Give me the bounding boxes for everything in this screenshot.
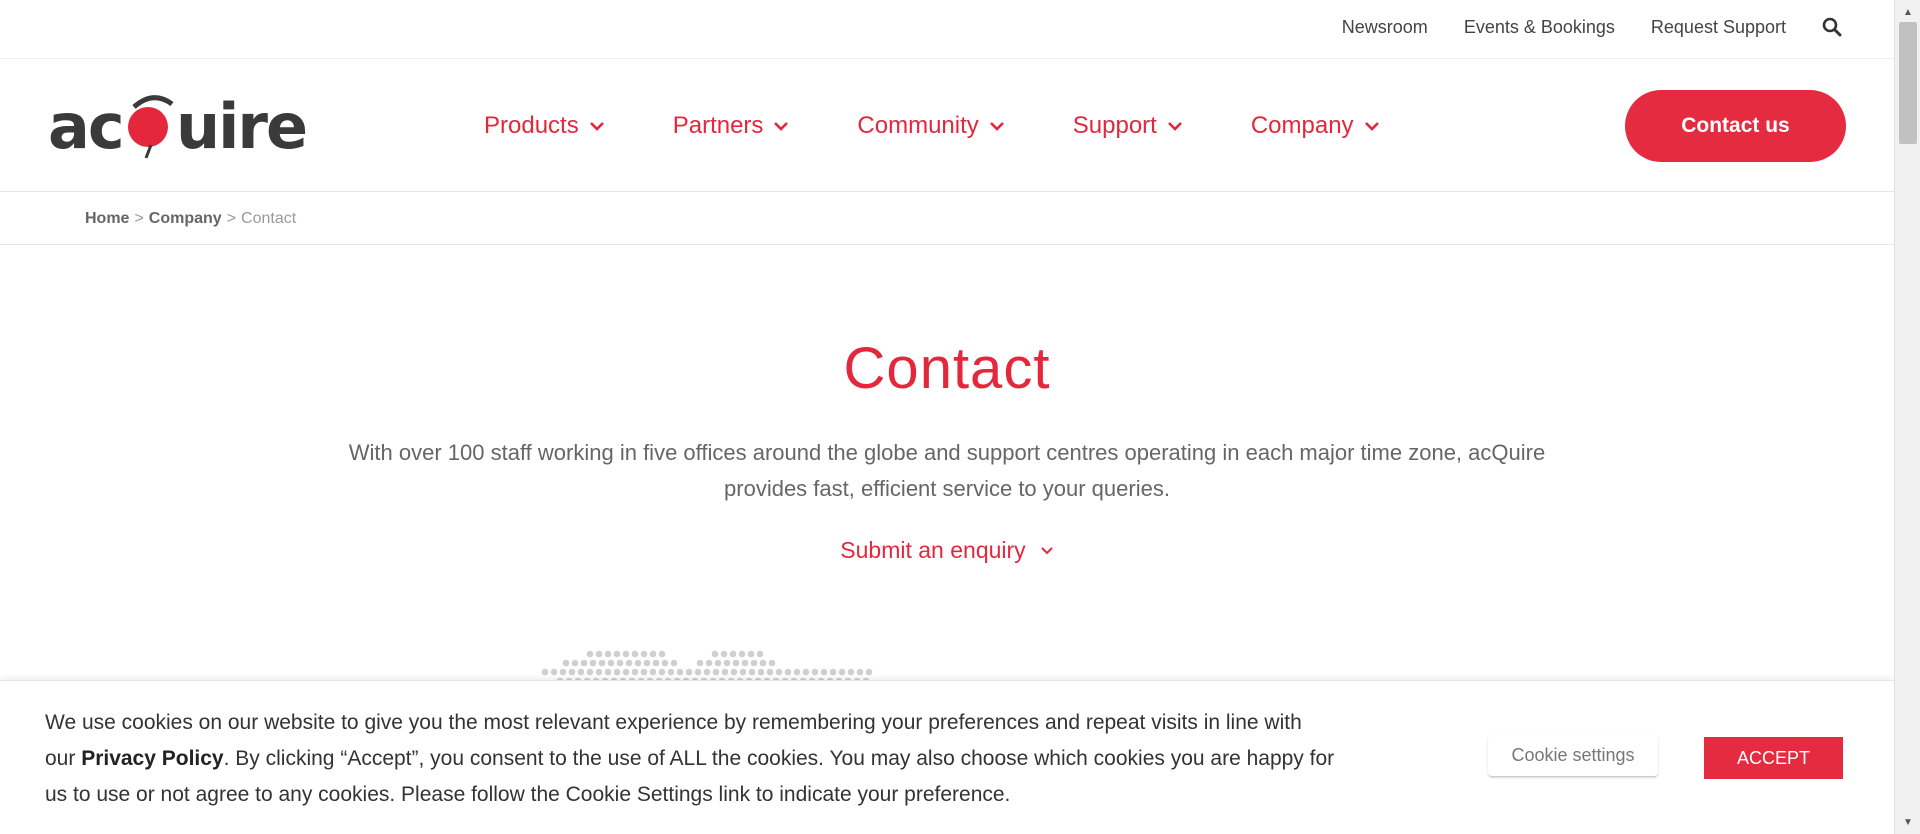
scrollbar[interactable]: ▲ ▼ [1894,0,1920,834]
main-nav: ac uire Products Partners Community Supp… [0,60,1894,192]
chevron-down-icon [774,122,789,131]
intro-text: With over 100 staff working in five offi… [348,440,1546,501]
scroll-up-arrow-icon[interactable]: ▲ [1895,2,1920,22]
chevron-down-icon [1040,546,1053,554]
cookie-settings-button[interactable]: Cookie settings [1488,735,1658,777]
breadcrumb-separator: > [134,209,144,227]
cookie-text-after: . By clicking “Accept”, you consent to t… [45,747,1335,806]
nav-products-label: Products [484,112,579,139]
breadcrumb-home[interactable]: Home [85,210,129,228]
search-icon[interactable] [1822,17,1842,37]
acquire-logo[interactable]: ac uire [48,90,310,163]
chevron-down-icon [1167,122,1182,131]
nav-products[interactable]: Products [484,112,605,140]
breadcrumb-company[interactable]: Company [149,210,222,228]
svg-text:ac: ac [48,90,123,160]
chevron-down-icon [989,122,1004,131]
submit-enquiry-link[interactable]: Submit an enquiry [0,537,1894,564]
breadcrumb-current: Contact [241,209,297,227]
nav-company[interactable]: Company [1251,112,1380,140]
primary-nav: Products Partners Community Support Comp… [484,60,1448,192]
nav-partners-label: Partners [672,112,764,139]
nav-company-label: Company [1250,112,1354,139]
scroll-down-arrow-icon[interactable]: ▼ [1895,812,1920,832]
nav-community-label: Community [857,112,979,139]
utility-bar: Newsroom Events & Bookings Request Suppo… [0,0,1894,59]
chevron-down-icon [1364,122,1379,131]
nav-partners[interactable]: Partners [673,112,790,140]
breadcrumb-separator: > [226,209,237,227]
nav-community[interactable]: Community [857,112,1004,140]
nav-support-label: Support [1072,112,1157,139]
nav-support[interactable]: Support [1073,112,1183,140]
cookie-message: We use cookies on our website to give yo… [45,705,1335,813]
submit-enquiry-label: Submit an enquiry [840,537,1026,563]
svg-text:uire: uire [176,90,306,160]
request-support-link[interactable]: Request Support [1651,17,1786,38]
newsroom-link[interactable]: Newsroom [1342,17,1428,38]
contact-us-button[interactable]: Contact us [1625,90,1846,162]
accept-cookies-button[interactable]: ACCEPT [1704,737,1843,779]
utility-links: Newsroom Events & Bookings Request Suppo… [1342,0,1842,54]
privacy-policy-link[interactable]: Privacy Policy [81,747,223,770]
chevron-down-icon [589,122,604,131]
scroll-thumb[interactable] [1899,22,1917,144]
events-bookings-link[interactable]: Events & Bookings [1464,17,1615,38]
breadcrumb: Home > Company > Contact [0,193,1894,245]
page-title: Contact [843,336,1051,401]
cookie-banner: We use cookies on our website to give yo… [0,680,1894,834]
